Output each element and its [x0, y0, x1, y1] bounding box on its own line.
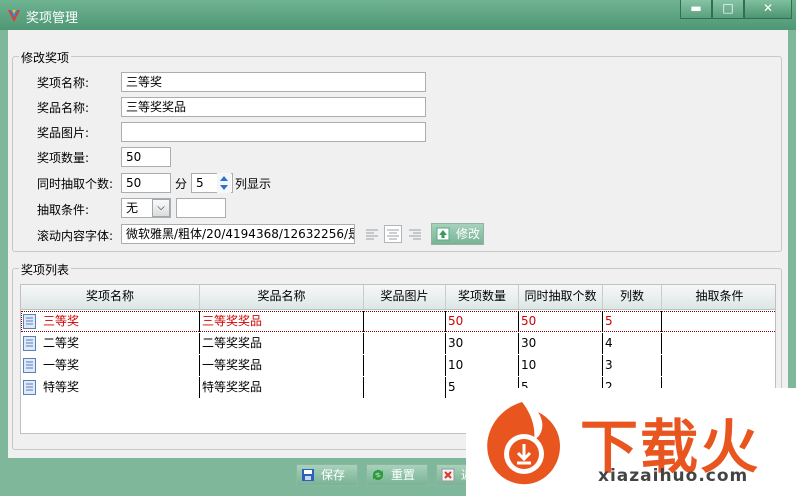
draw-count-label: 同时抽取个数:	[37, 177, 114, 191]
columns-suffix-label: 列显示	[235, 177, 272, 191]
condition-label: 抽取条件:	[37, 203, 90, 217]
reset-button[interactable]: 重置	[366, 464, 428, 486]
cell-prize-name: 二等奖	[21, 333, 200, 354]
gift-image-input[interactable]	[121, 122, 426, 142]
cell-columns: 5	[603, 311, 662, 332]
prize-name-input[interactable]: 三等奖	[121, 72, 426, 92]
app-logo-icon	[8, 10, 20, 22]
cell-gift-name: 一等奖奖品	[200, 355, 364, 376]
table-row[interactable]: 一等奖 一等奖奖品 10 10 3	[21, 355, 775, 376]
prize-name-label: 奖项名称:	[37, 76, 90, 90]
prize-count-label: 奖项数量:	[37, 151, 90, 165]
cell-prize-name: 三等奖	[21, 311, 200, 332]
window-title: 奖项管理	[26, 11, 79, 26]
cell-condition	[662, 333, 770, 354]
gift-image-label: 奖品图片:	[37, 126, 90, 140]
font-input[interactable]: 微软雅黑/粗体/20/4194368/12632256/是	[121, 224, 355, 244]
draw-count-input[interactable]: 50	[121, 173, 171, 193]
font-label: 滚动内容字体:	[37, 229, 114, 243]
close-button[interactable]: ✕	[744, 0, 792, 19]
minimize-button[interactable]: ▬	[680, 0, 712, 19]
cell-draw-count: 50	[519, 311, 603, 332]
col-header-prize-count[interactable]: 奖项数量	[446, 285, 519, 309]
list-group-legend: 奖项列表	[19, 261, 72, 278]
table-row[interactable]: 三等奖 三等奖奖品 50 50 5	[21, 311, 775, 332]
split-label: 分	[175, 177, 188, 191]
prize-count-input[interactable]: 50	[121, 147, 171, 167]
cell-columns: 3	[603, 355, 662, 376]
table-header: 奖项名称 奖品名称 奖品图片 奖项数量 同时抽取个数 列数 抽取条件	[21, 285, 775, 310]
modify-button-label: 修改	[456, 227, 481, 241]
col-header-condition[interactable]: 抽取条件	[662, 285, 775, 309]
col-header-gift-image[interactable]: 奖品图片	[364, 285, 446, 309]
watermark-url: xiazaihuo.com	[598, 466, 749, 486]
cell-draw-count: 30	[519, 333, 603, 354]
cell-condition	[662, 355, 770, 376]
reset-button-label: 重置	[391, 468, 416, 482]
edit-prize-group: 修改奖项 奖项名称: 三等奖 奖品名称: 三等奖奖品 奖品图片: 奖项数量: 5…	[12, 49, 782, 252]
cell-prize-count: 10	[446, 355, 519, 376]
cell-prize-count: 30	[446, 333, 519, 354]
floppy-disk-icon	[302, 469, 314, 481]
modify-button[interactable]: 修改	[431, 223, 484, 245]
cell-columns: 4	[603, 333, 662, 354]
columns-spinner[interactable]	[217, 173, 231, 193]
title-bar: 奖项管理 ▬ □ ✕	[0, 0, 796, 30]
maximize-button[interactable]: □	[712, 0, 744, 19]
cell-gift-image	[364, 333, 446, 354]
table-row[interactable]: 二等奖 二等奖奖品 30 30 4	[21, 333, 775, 354]
refresh-icon	[373, 470, 383, 480]
gift-name-input[interactable]: 三等奖奖品	[121, 97, 426, 117]
cell-gift-image	[364, 377, 446, 398]
cell-condition	[662, 311, 770, 332]
save-button[interactable]: 保存	[296, 464, 358, 486]
save-button-label: 保存	[321, 468, 346, 482]
align-right-icon[interactable]	[406, 225, 424, 243]
cell-prize-count: 50	[446, 311, 519, 332]
cell-gift-image	[364, 355, 446, 376]
edit-group-legend: 修改奖项	[19, 49, 72, 66]
gift-name-label: 奖品名称:	[37, 101, 90, 115]
align-left-icon[interactable]	[363, 225, 381, 243]
col-header-draw-count[interactable]: 同时抽取个数	[519, 285, 603, 309]
col-header-gift-name[interactable]: 奖品名称	[200, 285, 364, 309]
cell-prize-name: 特等奖	[21, 377, 200, 398]
upload-icon	[436, 227, 450, 241]
col-header-columns[interactable]: 列数	[603, 285, 662, 309]
align-center-icon[interactable]	[384, 225, 402, 243]
exit-icon	[441, 468, 455, 482]
cell-gift-name: 特等奖奖品	[200, 377, 364, 398]
col-header-prize-name[interactable]: 奖项名称	[21, 285, 200, 309]
cell-gift-name: 三等奖奖品	[200, 311, 364, 332]
cell-draw-count: 10	[519, 355, 603, 376]
download-logo-icon	[487, 402, 560, 485]
cell-gift-image	[364, 311, 446, 332]
condition-extra-input[interactable]	[176, 198, 226, 218]
chevron-down-icon[interactable]: ⌵	[152, 199, 170, 217]
cell-prize-name: 一等奖	[21, 355, 200, 376]
cell-gift-name: 二等奖奖品	[200, 333, 364, 354]
